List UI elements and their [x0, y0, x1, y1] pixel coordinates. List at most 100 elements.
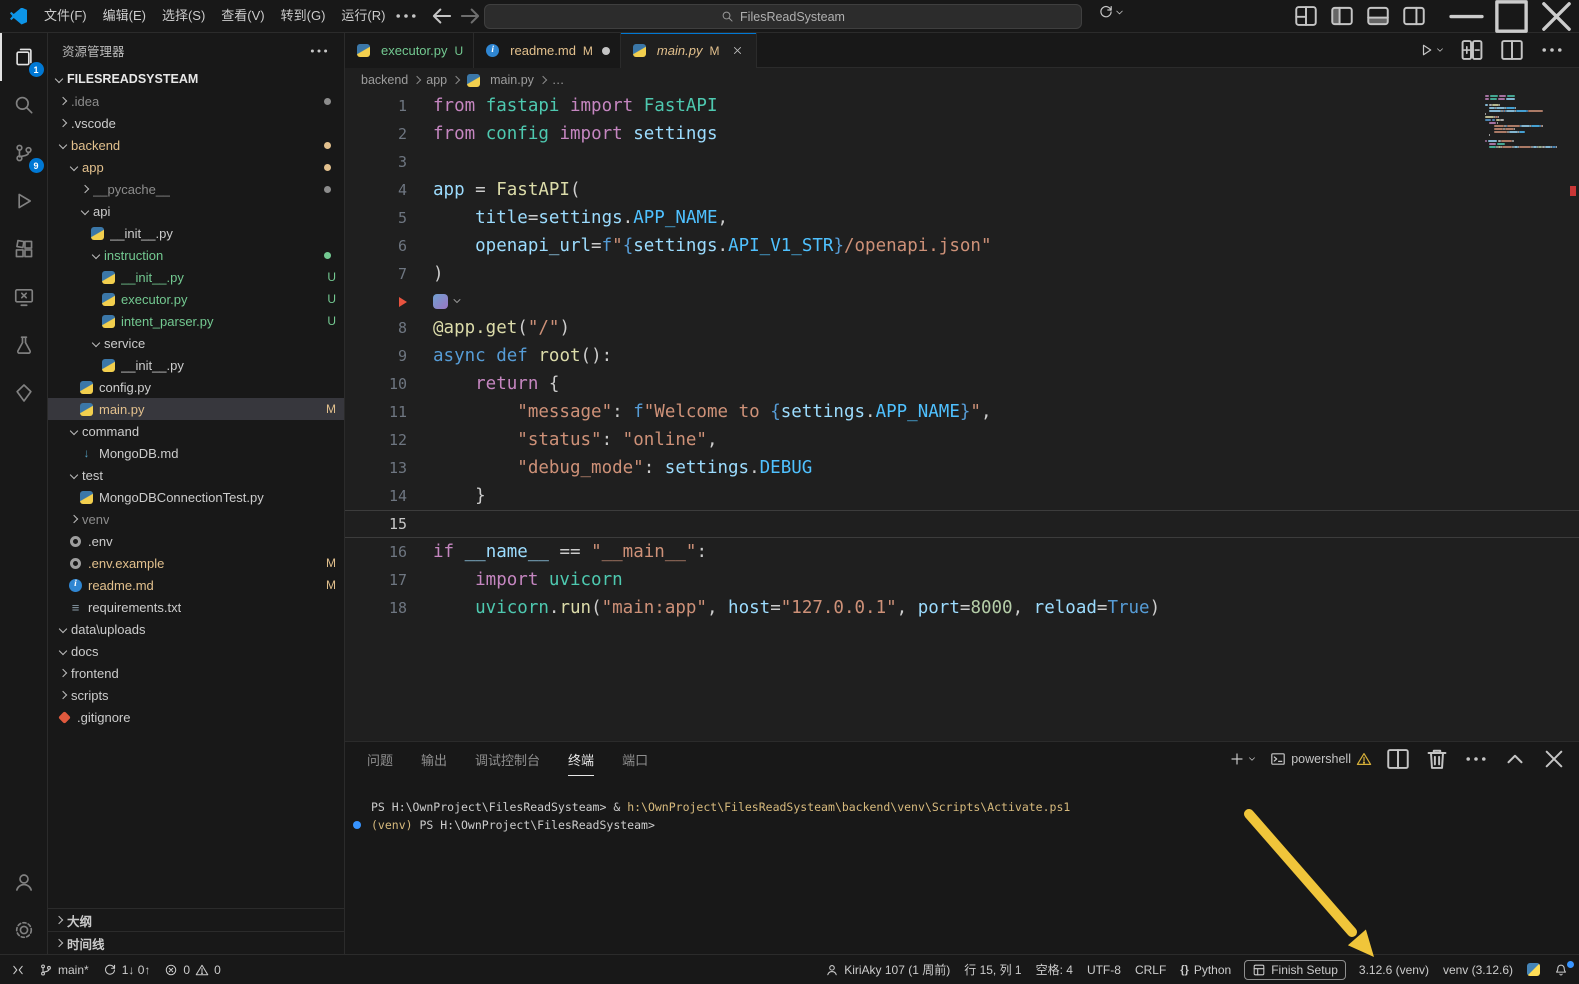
activity-testing[interactable] — [0, 321, 48, 369]
tree-file-__init__.py[interactable]: __init__.pyU — [48, 266, 344, 288]
tree-file-intent_parser.py[interactable]: intent_parser.pyU — [48, 310, 344, 332]
eol-sequence[interactable]: CRLF — [1128, 959, 1173, 981]
code-line[interactable]: 10 return { — [345, 370, 1579, 398]
activity-run-debug[interactable] — [0, 177, 48, 225]
activity-source-control[interactable]: 9 — [0, 129, 48, 177]
tree-file-.env.example[interactable]: .env.exampleM — [48, 552, 344, 574]
panel-tab-端口[interactable]: 端口 — [622, 742, 648, 776]
code-line[interactable]: 15 — [345, 510, 1579, 538]
code-line[interactable]: 7) — [345, 260, 1579, 288]
tree-folder-data\uploads[interactable]: data\uploads — [48, 618, 344, 640]
activity-search[interactable] — [0, 81, 48, 129]
customize-layout-icon[interactable] — [1293, 3, 1319, 29]
indentation[interactable]: 空格: 4 — [1029, 959, 1080, 981]
menu-item-0[interactable]: 文件(F) — [36, 4, 95, 28]
notifications[interactable] — [1547, 959, 1575, 981]
toggle-primary-sidebar-icon[interactable] — [1329, 3, 1355, 29]
tree-folder-.vscode[interactable]: .vscode — [48, 112, 344, 134]
tab-readme.md[interactable]: ireadme.mdM — [474, 33, 621, 68]
close-panel-icon[interactable] — [1541, 746, 1567, 772]
run-python-file-button[interactable] — [1418, 42, 1445, 58]
terminal-output[interactable]: PS H:\OwnProject\FilesReadSysteam> & h:\… — [345, 776, 1579, 954]
terminal-instance-powershell[interactable]: powershell — [1270, 751, 1372, 767]
kill-terminal-icon[interactable] — [1424, 746, 1450, 772]
activity-extension-custom[interactable] — [0, 369, 48, 417]
timeline-section[interactable]: 时间线 — [48, 931, 344, 954]
toggle-panel-icon[interactable] — [1365, 3, 1391, 29]
panel-tab-终端[interactable]: 终端 — [568, 742, 594, 776]
git-sync[interactable]: 1↓ 0↑ — [96, 959, 158, 981]
tree-file-.env[interactable]: .env — [48, 530, 344, 552]
settings-button[interactable] — [0, 906, 48, 954]
menu-item-1[interactable]: 编辑(E) — [95, 4, 154, 28]
code-line[interactable]: 13 "debug_mode": settings.DEBUG — [345, 454, 1579, 482]
tab-main.py[interactable]: main.pyM — [621, 33, 758, 68]
code-line[interactable]: 3 — [345, 148, 1579, 176]
code-line[interactable]: 16if __name__ == "__main__": — [345, 538, 1579, 566]
tree-folder-venv[interactable]: venv — [48, 508, 344, 530]
inline-chat-widget[interactable] — [433, 294, 463, 309]
close-tab-icon[interactable] — [728, 42, 746, 60]
open-changes-icon[interactable] — [1459, 37, 1485, 63]
panel-tab-调试控制台[interactable]: 调试控制台 — [475, 742, 540, 776]
tree-folder-.idea[interactable]: .idea — [48, 90, 344, 112]
toggle-secondary-sidebar-icon[interactable] — [1401, 3, 1427, 29]
tree-folder-api[interactable]: api — [48, 200, 344, 222]
maximize-button[interactable] — [1489, 0, 1534, 33]
tree-folder-test[interactable]: test — [48, 464, 344, 486]
encoding[interactable]: UTF-8 — [1080, 959, 1128, 981]
tree-file-requirements.txt[interactable]: ≡requirements.txt — [48, 596, 344, 618]
split-terminal-icon[interactable] — [1385, 746, 1411, 772]
git-blame[interactable]: KiriAky 107 (1 周前) — [818, 959, 957, 981]
tree-folder-frontend[interactable]: frontend — [48, 662, 344, 684]
nav-forward-icon[interactable] — [457, 3, 483, 29]
code-line[interactable]: 11 "message": f"Welcome to {settings.APP… — [345, 398, 1579, 426]
split-editor-icon[interactable] — [1499, 37, 1525, 63]
tree-folder-scripts[interactable]: scripts — [48, 684, 344, 706]
git-branch[interactable]: main* — [32, 959, 96, 981]
tree-file-executor.py[interactable]: executor.pyU — [48, 288, 344, 310]
accounts-button[interactable] — [0, 858, 48, 906]
breadcrumb-item[interactable]: backend — [361, 73, 408, 87]
workspace-root-folder[interactable]: FILESREADSYSTEAM — [48, 68, 344, 90]
tree-file-MongoDB.md[interactable]: ↓MongoDB.md — [48, 442, 344, 464]
breadcrumb-item[interactable]: app — [426, 73, 447, 87]
code-line[interactable]: 14 } — [345, 482, 1579, 510]
menu-item-4[interactable]: 转到(G) — [273, 4, 334, 28]
tree-file-.gitignore[interactable]: .gitignore — [48, 706, 344, 728]
editor-more-actions-icon[interactable] — [1539, 37, 1565, 63]
minimize-button[interactable] — [1444, 0, 1489, 33]
maximize-panel-icon[interactable] — [1502, 746, 1528, 772]
code-line[interactable]: 6 openapi_url=f"{settings.API_V1_STR}/op… — [345, 232, 1579, 260]
tree-folder-backend[interactable]: backend — [48, 134, 344, 156]
menu-item-2[interactable]: 选择(S) — [154, 4, 213, 28]
code-line[interactable]: 17 import uvicorn — [345, 566, 1579, 594]
command-center-search[interactable]: FilesReadSysteam — [484, 4, 1082, 29]
menu-item-3[interactable]: 查看(V) — [213, 4, 272, 28]
nav-back-icon[interactable] — [429, 3, 455, 29]
tab-executor.py[interactable]: executor.pyU — [345, 33, 474, 68]
code-line[interactable]: 5 title=settings.APP_NAME, — [345, 204, 1579, 232]
python-environment[interactable]: venv (3.12.6) — [1436, 959, 1520, 981]
code-line[interactable]: 2from config import settings — [345, 120, 1579, 148]
python-logo[interactable] — [1520, 959, 1547, 981]
activity-explorer[interactable]: 1 — [0, 33, 48, 81]
breadcrumb-item[interactable]: … — [552, 73, 565, 87]
explorer-more-actions-icon[interactable] — [308, 40, 330, 62]
tree-file-MongoDBConnectionTest.py[interactable]: MongoDBConnectionTest.py — [48, 486, 344, 508]
minimap[interactable] — [1485, 95, 1557, 149]
code-editor[interactable]: 1from fastapi import FastAPI2from config… — [345, 92, 1579, 741]
activity-extensions[interactable] — [0, 225, 48, 273]
language-mode[interactable]: {}Python — [1173, 959, 1238, 981]
panel-tab-输出[interactable]: 输出 — [421, 742, 447, 776]
outline-section[interactable]: 大纲 — [48, 908, 344, 931]
code-line[interactable]: 18 uvicorn.run("main:app", host="127.0.0… — [345, 594, 1579, 622]
panel-more-actions-icon[interactable] — [1463, 746, 1489, 772]
cursor-position[interactable]: 行 15, 列 1 — [957, 959, 1028, 981]
menu-more-icon[interactable] — [393, 3, 419, 29]
code-line[interactable]: 9async def root(): — [345, 342, 1579, 370]
tree-folder-command[interactable]: command — [48, 420, 344, 442]
tree-folder-instruction[interactable]: instruction — [48, 244, 344, 266]
tree-file-__init__.py[interactable]: __init__.py — [48, 354, 344, 376]
code-line[interactable]: 12 "status": "online", — [345, 426, 1579, 454]
